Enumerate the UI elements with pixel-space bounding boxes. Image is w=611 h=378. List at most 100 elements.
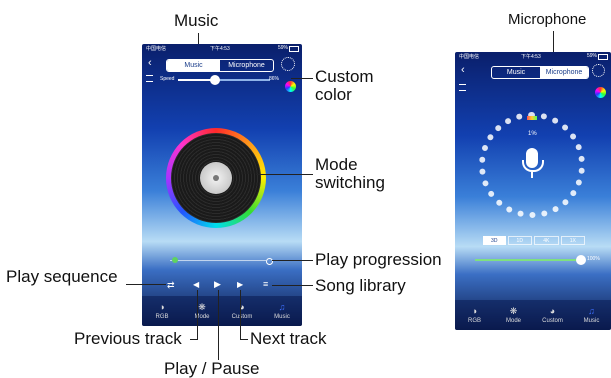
settings-gear-icon[interactable] bbox=[281, 57, 295, 71]
menu-icon[interactable] bbox=[459, 84, 466, 91]
mode-switching-record[interactable] bbox=[166, 128, 266, 228]
mode-switching-callout: Mode switching bbox=[315, 156, 385, 192]
mode-button-group: 3D 1D 4K 1X bbox=[483, 236, 585, 245]
tab-mode-label: Mode bbox=[505, 318, 521, 324]
play-pause-leader bbox=[218, 290, 219, 360]
level-indicator bbox=[527, 116, 537, 120]
music-microphone-toggle[interactable]: Music Microphone bbox=[491, 66, 589, 79]
next-track-leader-h bbox=[240, 339, 248, 340]
microphone-screen: 中国电信 下午4:53 59% ‹ Music Microphone 1% 3D… bbox=[455, 52, 611, 330]
custom-color-line1: Custom bbox=[315, 67, 374, 86]
battery-text: 59% bbox=[586, 53, 597, 59]
segment-music[interactable]: Music bbox=[492, 67, 540, 78]
previous-track-icon[interactable]: ◀ bbox=[193, 280, 199, 289]
custom-color-callout: Custom color bbox=[315, 68, 374, 104]
back-icon[interactable]: ‹ bbox=[148, 57, 152, 69]
level-text: 1% bbox=[528, 131, 537, 137]
mode-button-3d[interactable]: 3D bbox=[483, 236, 506, 245]
speed-slider-knob[interactable] bbox=[210, 75, 221, 85]
music-screen-title: Music bbox=[174, 11, 219, 30]
next-track-leader-v bbox=[240, 290, 241, 339]
play-progress-bar[interactable] bbox=[170, 257, 266, 263]
mode-switching-leader bbox=[256, 174, 313, 175]
next-track-callout: Next track bbox=[250, 329, 327, 348]
microphone-title-leader bbox=[553, 31, 554, 53]
music-microphone-toggle[interactable]: Music Microphone bbox=[166, 59, 274, 72]
battery-icon bbox=[289, 46, 299, 52]
custom-color-line2: color bbox=[315, 84, 352, 104]
play-progress-knob[interactable] bbox=[171, 257, 178, 263]
status-bar: 中国电信 下午4:53 59% bbox=[142, 44, 302, 53]
tab-rgb-label: RGB bbox=[155, 314, 169, 320]
play-sequence-icon[interactable]: ⇄ bbox=[167, 280, 175, 291]
play-sequence-callout: Play sequence bbox=[6, 267, 118, 286]
custom-icon: ◕ bbox=[549, 306, 556, 316]
tab-custom[interactable]: ◕ Custom bbox=[222, 296, 262, 326]
vinyl-spindle bbox=[213, 175, 219, 181]
previous-track-leader-v bbox=[197, 290, 198, 339]
status-bar: 中国电信 下午4:53 59% bbox=[455, 52, 611, 61]
next-track-icon[interactable]: ▶ bbox=[237, 280, 243, 289]
custom-color-leader bbox=[291, 78, 313, 79]
song-library-leader bbox=[272, 285, 313, 286]
play-sequence-leader bbox=[126, 284, 166, 285]
song-library-callout: Song library bbox=[315, 276, 406, 295]
battery-text: 59% bbox=[277, 45, 288, 51]
tab-music-label: Music bbox=[274, 314, 290, 320]
mode-button-1d[interactable]: 1D bbox=[507, 236, 532, 245]
mode-switching-line1: Mode bbox=[315, 155, 358, 174]
play-pause-icon[interactable]: ▶ bbox=[214, 279, 221, 290]
mode-button-4k[interactable]: 4K bbox=[534, 236, 559, 245]
microphone-screen-title: Microphone bbox=[508, 11, 587, 28]
color-wheel-icon[interactable] bbox=[595, 87, 606, 98]
play-progression-callout: Play progression bbox=[315, 250, 442, 269]
tab-music[interactable]: ♫ Music bbox=[262, 296, 302, 326]
bottom-tab-bar: ◑ RGB ❋ Mode ◕ Custom ♫ Music bbox=[142, 296, 302, 326]
settings-gear-icon[interactable] bbox=[592, 64, 605, 77]
play-pause-callout: Play / Pause bbox=[164, 359, 260, 378]
tab-custom[interactable]: ◕ Custom bbox=[533, 300, 572, 330]
tab-mode[interactable]: ❋ Mode bbox=[182, 296, 222, 326]
carrier-text: 中国电信 bbox=[146, 46, 167, 52]
mode-button-1x[interactable]: 1X bbox=[560, 236, 585, 245]
speed-slider[interactable] bbox=[178, 75, 270, 85]
sensitivity-value: 100% bbox=[587, 256, 600, 262]
mode-switching-line2: switching bbox=[315, 172, 385, 192]
music-screen: 中国电信 下午4:53 59% ‹ Music Microphone Speed… bbox=[142, 44, 302, 326]
rgb-icon: ◑ bbox=[471, 306, 478, 316]
custom-icon: ◕ bbox=[239, 302, 245, 312]
segment-music[interactable]: Music bbox=[167, 60, 220, 71]
bottom-tab-bar: ◑ RGB ❋ Mode ◕ Custom ♫ Music bbox=[455, 300, 611, 330]
mode-icon: ❋ bbox=[509, 305, 518, 316]
color-wheel-icon[interactable] bbox=[285, 81, 296, 92]
speed-label: Speed bbox=[160, 76, 175, 82]
menu-icon[interactable] bbox=[146, 75, 153, 82]
mode-icon: ❋ bbox=[198, 301, 206, 312]
previous-track-callout: Previous track bbox=[74, 329, 182, 348]
vinyl-disc bbox=[171, 133, 261, 223]
time-text: 下午4:53 bbox=[210, 46, 230, 52]
microphone-base bbox=[531, 172, 533, 178]
music-note-icon: ♫ bbox=[278, 302, 286, 312]
battery-icon bbox=[598, 54, 608, 60]
play-progression-leader bbox=[272, 260, 313, 261]
tab-rgb[interactable]: ◑ RGB bbox=[455, 300, 494, 330]
tab-music-label: Music bbox=[583, 318, 600, 324]
song-library-icon[interactable]: ≡ bbox=[263, 279, 268, 289]
segment-microphone[interactable]: Microphone bbox=[540, 67, 588, 78]
sensitivity-slider[interactable] bbox=[475, 255, 586, 265]
back-icon[interactable]: ‹ bbox=[461, 64, 465, 76]
time-text: 下午4:53 bbox=[521, 54, 541, 60]
segment-microphone[interactable]: Microphone bbox=[220, 60, 273, 71]
speed-value: 86% bbox=[269, 76, 280, 82]
carrier-text: 中国电信 bbox=[459, 54, 480, 60]
sensitivity-knob[interactable] bbox=[576, 255, 586, 265]
tab-music[interactable]: ♫ Music bbox=[572, 300, 611, 330]
music-note-icon: ♫ bbox=[588, 306, 595, 316]
vinyl-label bbox=[200, 162, 232, 194]
tab-rgb-label: RGB bbox=[467, 318, 481, 324]
tab-rgb[interactable]: ◑ RGB bbox=[142, 296, 182, 326]
tab-mode[interactable]: ❋ Mode bbox=[494, 300, 533, 330]
sensitivity-fill bbox=[475, 259, 581, 261]
rgb-icon: ◑ bbox=[159, 302, 165, 312]
